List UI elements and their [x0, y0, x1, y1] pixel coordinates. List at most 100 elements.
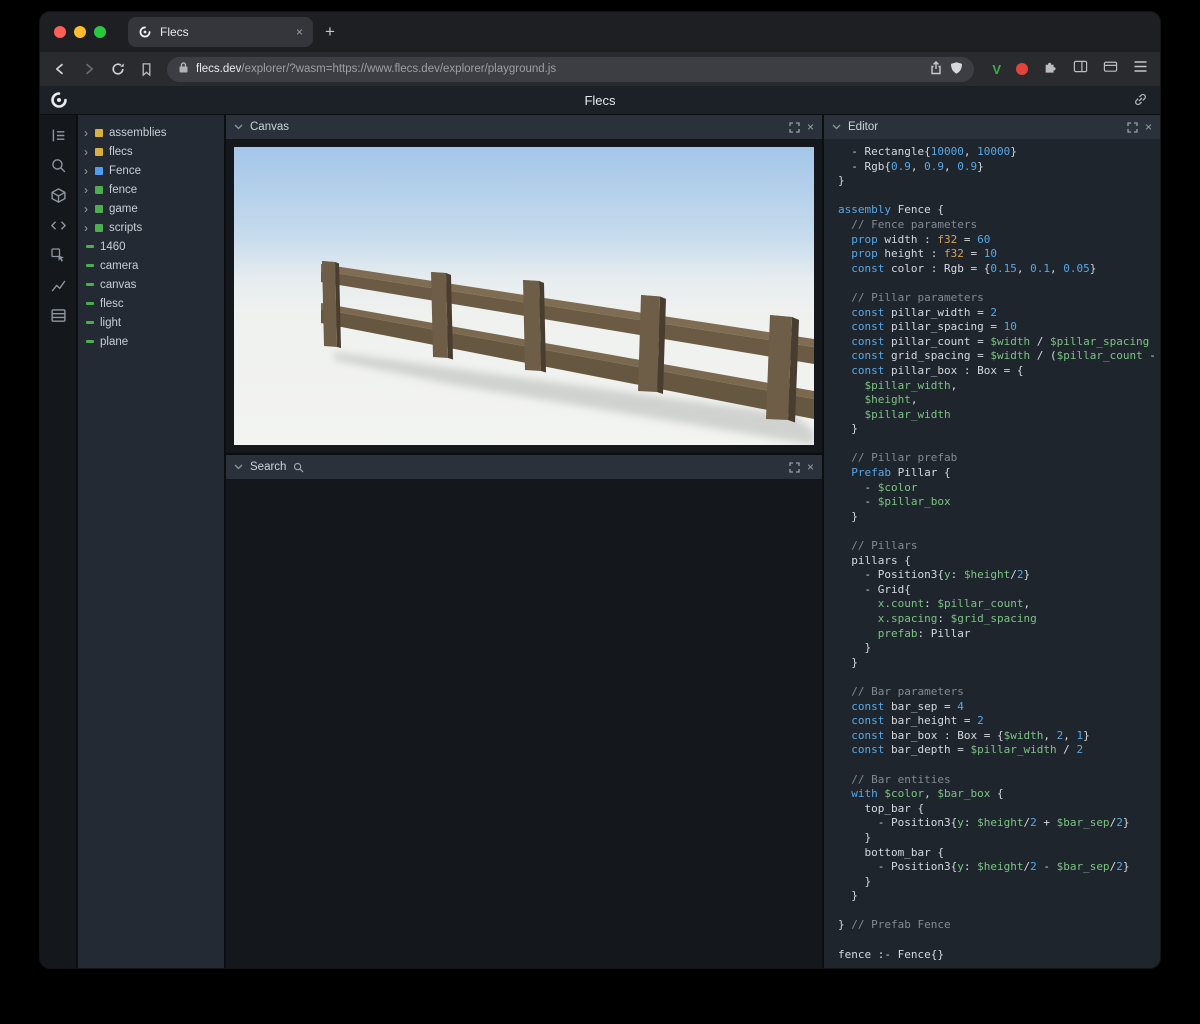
- share-button[interactable]: [929, 60, 943, 78]
- code-line: fence :- Fence{}: [838, 947, 944, 961]
- vpn-extension-button[interactable]: V: [992, 62, 1001, 77]
- chevron-down-icon[interactable]: [832, 124, 841, 130]
- tree-item-game[interactable]: › game: [84, 199, 218, 218]
- tree-item-label: game: [109, 202, 138, 215]
- expand-arrow-icon[interactable]: ›: [84, 127, 95, 139]
- wallet-button[interactable]: [1103, 59, 1118, 79]
- close-window-button[interactable]: [54, 26, 66, 38]
- code-line: }: [838, 174, 845, 188]
- tree-item-light[interactable]: light: [84, 313, 218, 332]
- tree-item-fence[interactable]: › fence: [84, 180, 218, 199]
- minimize-window-button[interactable]: [74, 26, 86, 38]
- zoom-window-button[interactable]: [94, 26, 106, 38]
- inspect-tool-icon[interactable]: [45, 244, 71, 266]
- page-title: Flecs: [584, 92, 616, 108]
- code-line: const bar_depth = $pillar_width / 2: [851, 743, 1084, 757]
- close-icon[interactable]: ×: [807, 121, 814, 133]
- url-text: flecs.dev/explorer/?wasm=https://www.fle…: [196, 63, 922, 75]
- code-line: // Bar parameters: [851, 684, 964, 698]
- chevron-down-icon[interactable]: [234, 464, 243, 470]
- search-panel-header[interactable]: Search ×: [226, 455, 822, 479]
- back-button[interactable]: [52, 61, 68, 77]
- close-icon[interactable]: ×: [1145, 121, 1152, 133]
- menu-button[interactable]: [1133, 60, 1148, 78]
- code-line: - Position3{y: $height/2 + $bar_sep/2}: [838, 816, 1130, 830]
- code-line: x.count: $pillar_count,: [877, 597, 1031, 611]
- fence-3d-render: [234, 147, 814, 445]
- code-line: prop height : f32 = 10: [851, 247, 997, 261]
- browser-tab[interactable]: Flecs ×: [128, 17, 313, 47]
- forward-button[interactable]: [81, 61, 97, 77]
- close-icon[interactable]: ×: [807, 461, 814, 473]
- entity-color-icon: [95, 147, 103, 156]
- brave-shield-button[interactable]: [950, 61, 963, 78]
- maximize-icon[interactable]: [789, 121, 800, 133]
- entity-color-icon: [95, 166, 103, 175]
- tab-close-icon[interactable]: ×: [296, 26, 303, 38]
- code-line: $height,: [864, 393, 918, 407]
- tree-item-label: Fence: [109, 164, 141, 177]
- 3d-viewport[interactable]: [226, 139, 822, 453]
- adblock-extension-button[interactable]: [1016, 63, 1028, 75]
- tree-item-assemblies[interactable]: › assemblies: [84, 123, 218, 142]
- tab-strip: Flecs × +: [40, 12, 1160, 52]
- tree-item-label: plane: [100, 335, 129, 348]
- canvas-panel-title: Canvas: [250, 121, 289, 133]
- maximize-icon[interactable]: [789, 461, 800, 473]
- tree-item-plane[interactable]: plane: [84, 332, 218, 351]
- tree-item-flecs[interactable]: › flecs: [84, 142, 218, 161]
- reload-button[interactable]: [110, 61, 126, 77]
- expand-arrow-icon[interactable]: ›: [84, 184, 95, 196]
- code-line: }: [838, 509, 858, 523]
- queries-tool-icon[interactable]: [45, 304, 71, 326]
- stats-tool-icon[interactable]: [45, 274, 71, 296]
- expand-arrow-icon[interactable]: ›: [84, 165, 95, 177]
- editor-code[interactable]: - Rectangle{10000, 10000} - Rgb{0.9, 0.9…: [824, 139, 1160, 968]
- expand-arrow-icon[interactable]: ›: [84, 146, 95, 158]
- canvas-panel: Canvas ×: [226, 115, 822, 453]
- lock-icon: [178, 61, 189, 77]
- share-link-icon[interactable]: [1133, 92, 1148, 112]
- entity-color-icon: [86, 302, 94, 305]
- entity-color-icon: [95, 185, 103, 194]
- address-bar[interactable]: flecs.dev/explorer/?wasm=https://www.fle…: [167, 56, 975, 82]
- code-line: top_bar {: [838, 801, 925, 815]
- chevron-down-icon[interactable]: [234, 124, 243, 130]
- entity-tree-tool-icon[interactable]: [45, 124, 71, 146]
- tree-item-label: flesc: [100, 297, 124, 310]
- bookmark-icon[interactable]: [139, 62, 154, 77]
- entity-color-icon: [86, 245, 94, 248]
- tree-item-canvas[interactable]: canvas: [84, 275, 218, 294]
- tree-item-flesc[interactable]: flesc: [84, 294, 218, 313]
- canvas-panel-header[interactable]: Canvas ×: [226, 115, 822, 139]
- search-panel-title: Search: [250, 461, 287, 473]
- extensions-puzzle-button[interactable]: [1043, 59, 1058, 79]
- code-line: const bar_sep = 4: [851, 699, 964, 713]
- url-domain: flecs.dev: [196, 63, 242, 75]
- tree-item-camera[interactable]: camera: [84, 256, 218, 275]
- search-results-area: [226, 479, 822, 968]
- tree-item-label: scripts: [109, 221, 143, 234]
- editor-panel-header[interactable]: Editor ×: [824, 115, 1160, 139]
- workspace: › assemblies › flecs › Fence › fence › game › scrip…: [40, 115, 1160, 968]
- sidebar-toggle-button[interactable]: [1073, 59, 1088, 79]
- code-line: const pillar_width = 2: [851, 305, 997, 319]
- new-tab-button[interactable]: +: [325, 22, 335, 42]
- tree-item-1460[interactable]: 1460: [84, 237, 218, 256]
- search-tool-icon[interactable]: [45, 154, 71, 176]
- expand-arrow-icon[interactable]: ›: [84, 203, 95, 215]
- expand-arrow-icon[interactable]: ›: [84, 222, 95, 234]
- code-editor-tool-icon[interactable]: [45, 214, 71, 236]
- tree-item-scripts[interactable]: › scripts: [84, 218, 218, 237]
- extension-icons: V: [992, 59, 1148, 79]
- maximize-icon[interactable]: [1127, 121, 1138, 133]
- canvas-tool-icon[interactable]: [45, 184, 71, 206]
- tree-item-Fence[interactable]: › Fence: [84, 161, 218, 180]
- flecs-favicon-icon: [138, 25, 152, 39]
- tree-item-label: flecs: [109, 145, 133, 158]
- code-line: // Pillar prefab: [851, 451, 958, 465]
- tree-item-label: light: [100, 316, 122, 329]
- code-line: }: [838, 655, 858, 669]
